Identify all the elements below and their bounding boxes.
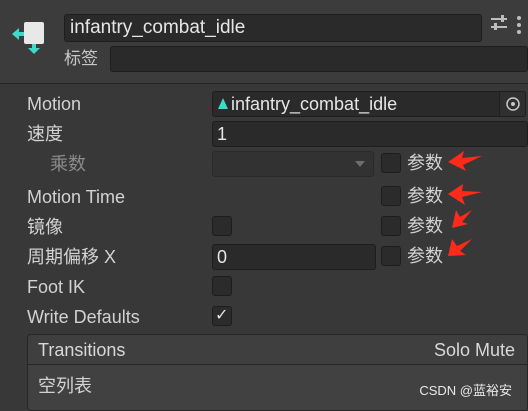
transitions-list: Transitions Solo Mute 空列表: [27, 334, 528, 411]
mirror-label: 镜像: [27, 217, 63, 237]
state-name-field[interactable]: infantry_combat_idle: [64, 14, 482, 42]
motion-time-param-checkbox[interactable]: [381, 186, 401, 206]
motion-time-param-label: 参数: [407, 186, 443, 206]
cycle-offset-label: 周期偏移 X: [27, 247, 117, 267]
object-picker-icon: [506, 97, 520, 111]
mirror-checkbox[interactable]: [212, 216, 232, 236]
foot-ik-checkbox[interactable]: [212, 276, 232, 296]
transitions-title: Transitions: [38, 340, 126, 360]
cycle-offset-param-checkbox[interactable]: [381, 246, 401, 266]
animator-state-icon: [12, 22, 44, 54]
cycle-offset-field[interactable]: 0: [212, 244, 376, 270]
multiplier-dropdown[interactable]: [212, 151, 374, 177]
mirror-param-checkbox[interactable]: [381, 216, 401, 236]
watermark: CSDN @蓝裕安: [419, 383, 512, 398]
empty-list-label: 空列表: [38, 376, 92, 396]
multiplier-param-checkbox[interactable]: [381, 153, 401, 173]
red-arrow-annotation: [448, 239, 472, 256]
motion-field[interactable]: infantry_combat_idle: [212, 91, 526, 117]
transitions-header: Transitions Solo Mute: [28, 335, 527, 365]
dropdown-arrow-icon: [355, 161, 365, 167]
red-arrow-annotation: [448, 151, 482, 171]
write-defaults-label: Write Defaults: [27, 307, 140, 327]
motion-value: infantry_combat_idle: [231, 94, 398, 114]
more-options-icon[interactable]: [514, 14, 524, 36]
tag-label: 标签: [64, 49, 98, 68]
object-picker-button[interactable]: [499, 92, 525, 116]
multiplier-param-label: 参数: [407, 153, 443, 173]
red-arrow-annotation: [452, 210, 472, 228]
write-defaults-checkbox[interactable]: ✓: [212, 306, 232, 326]
multiplier-label: 乘数: [50, 154, 86, 174]
red-arrow-annotation: [448, 184, 482, 205]
speed-label: 速度: [27, 124, 63, 144]
animation-clip-icon: [218, 97, 228, 109]
motion-label: Motion: [27, 94, 82, 114]
transitions-columns: Solo Mute: [433, 340, 515, 360]
checkmark-icon: ✓: [215, 307, 229, 324]
cycle-offset-param-label: 参数: [407, 246, 443, 266]
mirror-param-label: 参数: [407, 216, 443, 236]
motion-time-label: Motion Time: [27, 187, 126, 207]
settings-icon[interactable]: [490, 14, 508, 32]
foot-ik-label: Foot IK: [27, 277, 86, 297]
inspector-header: infantry_combat_idle 标签: [0, 0, 528, 84]
speed-field[interactable]: 1: [212, 121, 528, 147]
tag-field[interactable]: [110, 46, 528, 72]
